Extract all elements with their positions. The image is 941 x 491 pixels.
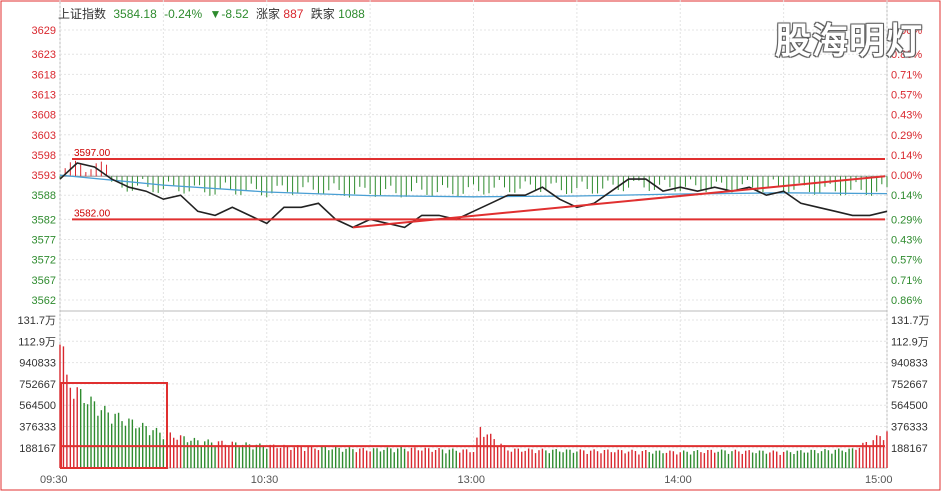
percent-tick-label: 0.29% [891, 214, 922, 226]
level-label: 3582.00 [74, 208, 111, 219]
price-tick-label: 3608 [32, 110, 56, 122]
price-tick-label: 3593 [32, 170, 56, 182]
percent-tick-label: 0.57% [891, 255, 922, 267]
price-tick-label: 3572 [32, 255, 56, 267]
price-tick-label: 3588 [32, 190, 56, 202]
intraday-chart: 3629 1.00%3623 0.86%3618 0.71%3613 0.57%3608… [0, 0, 941, 491]
volume-tick-label: 131.7万 [17, 315, 56, 327]
volume-tick-label: 752667 [19, 379, 56, 391]
price-tick-label: 3598 [32, 150, 56, 162]
price-tick-label: 3629 [32, 25, 56, 37]
volume-tick-label: 376333 [19, 422, 56, 434]
percent-tick-label: 0.71% [891, 275, 922, 287]
volume-tick-label: 564500 [19, 400, 56, 412]
price-tick-label: 3623 [32, 49, 56, 61]
up-label: 涨家 [256, 7, 281, 21]
price-tick-label: 3613 [32, 90, 56, 102]
down-label: 跌家 [310, 7, 335, 21]
price-tick-label: 3603 [32, 130, 56, 142]
price-tick-label: 3582 [32, 214, 56, 226]
percent-tick-label: 0.00% [891, 170, 922, 182]
time-tick-label: 09:30 [40, 474, 68, 486]
percent-tick-label: 0.86% [891, 295, 922, 307]
volume-tick-label-right: 131.7万 [891, 315, 930, 327]
volume-tick-label-right: 376333 [891, 422, 928, 434]
change-points: ▼-8.52 [209, 7, 249, 21]
volume-tick-label-right: 940833 [891, 358, 928, 370]
watermark-logo: 股海明灯 [774, 21, 923, 62]
volume-tick-label: 188167 [19, 443, 56, 455]
down-count: 1088 [338, 7, 365, 21]
percent-tick-label: 0.14% [891, 150, 922, 162]
price-tick-label: 3562 [32, 295, 56, 307]
percent-tick-label: 0.71% [891, 69, 922, 81]
volume-tick-label-right: 112.9万 [891, 336, 929, 348]
level-label: 3597.00 [74, 148, 111, 159]
percent-tick-label: 0.29% [891, 130, 922, 142]
volume-tick-label: 940833 [19, 358, 56, 370]
price-tick-label: 3577 [32, 235, 56, 247]
time-tick-label: 14:00 [664, 474, 692, 486]
percent-tick-label: 0.57% [891, 90, 922, 102]
time-tick-label: 13:00 [458, 474, 486, 486]
time-tick-label: 10:30 [251, 474, 279, 486]
price-tick-label: 3567 [32, 275, 56, 287]
percent-tick-label: 0.14% [891, 190, 922, 202]
chart-header: 上证指数 3584.18 -0.24% ▼-8.52 涨家 887 跌家 108… [58, 5, 369, 22]
percent-tick-label: 0.43% [891, 110, 922, 122]
index-name: 上证指数 [58, 7, 107, 21]
change-percent: -0.24% [164, 7, 203, 21]
volume-tick-label: 112.9万 [18, 336, 56, 348]
up-count: 887 [283, 7, 304, 21]
time-tick-label: 15:00 [865, 474, 893, 486]
volume-tick-label-right: 564500 [891, 400, 928, 412]
price-tick-label: 3618 [32, 69, 56, 81]
volume-tick-label-right: 188167 [891, 443, 928, 455]
volume-tick-label-right: 752667 [891, 379, 928, 391]
percent-tick-label: 0.43% [891, 235, 922, 247]
index-price: 3584.18 [113, 7, 157, 21]
